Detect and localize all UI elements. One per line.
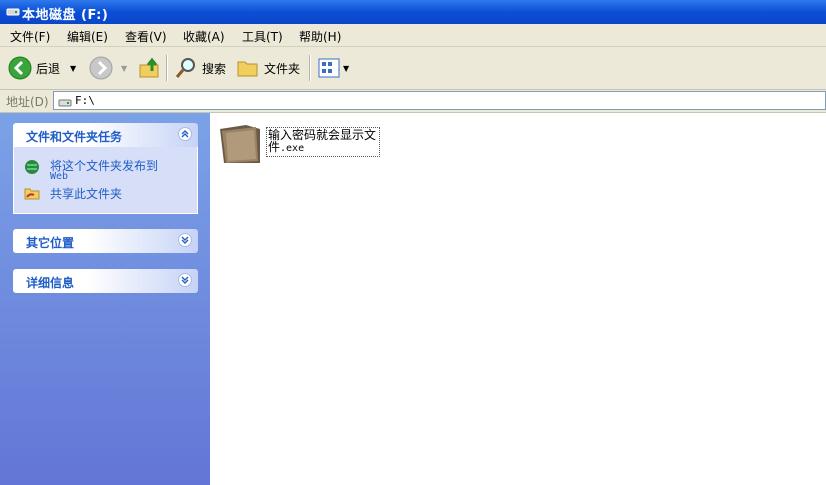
menu-help[interactable]: 帮助(H) xyxy=(299,28,341,45)
toolbar: 后退 ▼ ▼ 搜索 文件夹 ▼ xyxy=(0,47,826,90)
forward-arrow-icon xyxy=(89,56,113,80)
back-dropdown-icon[interactable]: ▼ xyxy=(70,64,76,73)
file-extension: .exe xyxy=(280,143,305,154)
up-folder-icon xyxy=(139,57,159,78)
views-button[interactable]: ▼ xyxy=(317,56,349,80)
search-label: 搜索 xyxy=(202,61,227,76)
toolbar-separator xyxy=(309,55,310,81)
folder-icon xyxy=(237,61,258,77)
address-label: 地址(D) xyxy=(6,95,49,109)
panel-other-places-header[interactable]: 其它位置 xyxy=(13,229,198,253)
menu-edit[interactable]: 编辑(E) xyxy=(67,28,108,45)
menu-tools[interactable]: 工具(T) xyxy=(242,28,283,45)
search-button[interactable]: 搜索 xyxy=(174,56,226,80)
panel-file-tasks-body: 将这个文件夹发布到 Web 共享此文件夹 xyxy=(13,147,198,214)
shared-folder-icon xyxy=(24,188,40,200)
toolbar-separator xyxy=(166,55,167,81)
window-title: 本地磁盘 (F:) xyxy=(22,8,109,23)
back-label: 后退 xyxy=(36,61,61,76)
forward-dropdown-icon[interactable]: ▼ xyxy=(121,64,127,73)
folders-label: 文件夹 xyxy=(264,61,301,76)
search-icon xyxy=(175,58,195,78)
file-list[interactable]: 输入密码就会显示文件.exe xyxy=(210,113,826,485)
up-folder-button[interactable] xyxy=(138,56,162,80)
folders-button[interactable]: 文件夹 xyxy=(236,56,300,80)
globe-icon xyxy=(25,160,39,174)
views-icon xyxy=(318,58,340,78)
address-bar: 地址(D) F:\ xyxy=(0,90,826,113)
file-item[interactable]: 输入密码就会显示文件.exe xyxy=(216,119,380,170)
file-name: 输入密码就会显示文件.exe xyxy=(266,127,380,157)
panel-file-tasks-title: 文件和文件夹任务 xyxy=(26,130,123,144)
chevron-up-icon[interactable] xyxy=(178,127,192,141)
views-dropdown-icon[interactable]: ▼ xyxy=(343,64,349,73)
drive-icon xyxy=(58,96,72,110)
title-bar[interactable]: 本地磁盘 (F:) xyxy=(0,0,826,24)
panel-details-header[interactable]: 详细信息 xyxy=(13,269,198,293)
panel-file-tasks-header[interactable]: 文件和文件夹任务 xyxy=(13,123,198,147)
panel-details-title: 详细信息 xyxy=(26,276,75,290)
back-button[interactable]: 后退 ▼ xyxy=(8,56,76,80)
chevron-down-icon[interactable] xyxy=(178,233,192,247)
menu-bar: 文件(F) 编辑(E) 查看(V) 收藏(A) 工具(T) 帮助(H) xyxy=(0,24,826,47)
publish-to-web-sublabel: Web xyxy=(50,171,69,182)
menu-favorites[interactable]: 收藏(A) xyxy=(183,28,225,45)
menu-view[interactable]: 查看(V) xyxy=(125,28,167,45)
panel-other-places-title: 其它位置 xyxy=(26,236,75,250)
share-folder-label: 共享此文件夹 xyxy=(50,187,123,201)
address-value: F:\ xyxy=(75,94,95,107)
folder-exe-icon xyxy=(220,125,260,163)
task-pane: 文件和文件夹任务 将这个文件夹发布到 Web 共享此文件夹 其它位置 详细信息 xyxy=(0,113,210,485)
address-input[interactable]: F:\ xyxy=(53,91,826,110)
forward-button[interactable]: ▼ xyxy=(89,56,127,80)
menu-file[interactable]: 文件(F) xyxy=(10,28,50,45)
back-arrow-icon xyxy=(8,56,32,80)
chevron-down-icon[interactable] xyxy=(178,273,192,287)
drive-icon xyxy=(6,6,20,20)
